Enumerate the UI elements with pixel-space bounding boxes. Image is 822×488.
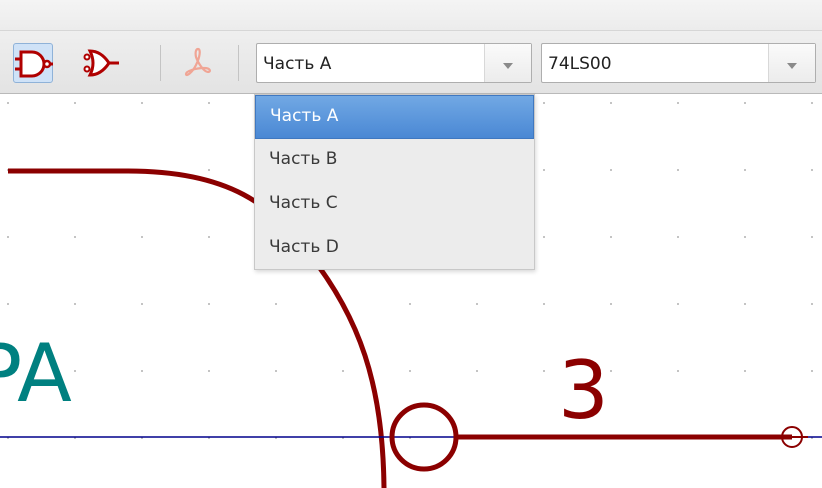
and-gate-icon [15,50,53,78]
grid-dot [744,102,746,104]
toolbar-separator [238,45,239,81]
unit-select-value: Часть A [263,54,332,74]
grid-dot [7,102,9,104]
dropdown-option[interactable]: Часть C [255,183,534,227]
grid-dot [409,303,411,305]
grid-dot [208,370,210,372]
grid-dot [476,303,478,305]
grid-dot [811,303,813,305]
grid-dot [141,102,143,104]
grid-dot [141,370,143,372]
grid-dot [811,102,813,104]
grid-dot [74,236,76,238]
grid-dot [543,303,545,305]
part-select[interactable]: 74LS00 [541,43,816,83]
pdf-icon [184,47,211,77]
grid-dot [677,102,679,104]
grid-dot [208,169,210,171]
export-pdf-button[interactable] [178,43,218,83]
grid-dot [543,102,545,104]
grid-dot [74,370,76,372]
grid-dot [610,370,612,372]
grid-dot [677,169,679,171]
pin-number: 3 [558,344,609,437]
chevron-down-icon [503,63,513,69]
grid-dot [677,370,679,372]
unit-select-arrow[interactable] [484,44,531,82]
grid-dot [677,236,679,238]
grid-dot [543,236,545,238]
grid-dot [476,370,478,372]
grid-dot [744,236,746,238]
toolbar: Часть A 74LS00 [0,30,822,94]
grid-dot [74,102,76,104]
dropdown-option[interactable]: Часть D [255,227,534,271]
reference-label: PA [0,327,72,420]
part-select-arrow[interactable] [768,44,815,82]
grid-dot [208,303,210,305]
grid-dot [610,169,612,171]
dropdown-option[interactable]: Часть B [255,139,534,183]
demorgan-gate-icon [83,49,119,77]
grid-dot [811,169,813,171]
grid-dot [744,303,746,305]
grid-dot [610,102,612,104]
chevron-down-icon [787,63,797,69]
window-title-strip [0,0,822,30]
symbol-body-arc [305,249,387,488]
grid-dot [744,169,746,171]
part-select-value: 74LS00 [548,54,612,74]
grid-dot [543,370,545,372]
grid-dot [610,236,612,238]
grid-dot [208,236,210,238]
dropdown-option[interactable]: Часть A [255,95,534,139]
grid-dot [7,236,9,238]
toolbar-separator [160,45,161,81]
grid-dot [811,370,813,372]
grid-dot [744,370,746,372]
grid-dot [409,370,411,372]
grid-dot [275,303,277,305]
grid-dot [275,370,277,372]
grid-dot [811,236,813,238]
grid-dot [141,236,143,238]
normal-gate-button[interactable] [13,43,53,83]
unit-dropdown-list[interactable]: Часть A Часть B Часть C Часть D [254,94,535,270]
grid-dot [7,303,9,305]
demorgan-gate-button[interactable] [81,43,121,83]
grid-dot [74,303,76,305]
grid-dot [342,370,344,372]
unit-select[interactable]: Часть A [256,43,532,83]
grid-dot [610,303,612,305]
grid-dot [543,169,545,171]
grid-dot [141,303,143,305]
grid-dot [208,102,210,104]
grid-dot [677,303,679,305]
